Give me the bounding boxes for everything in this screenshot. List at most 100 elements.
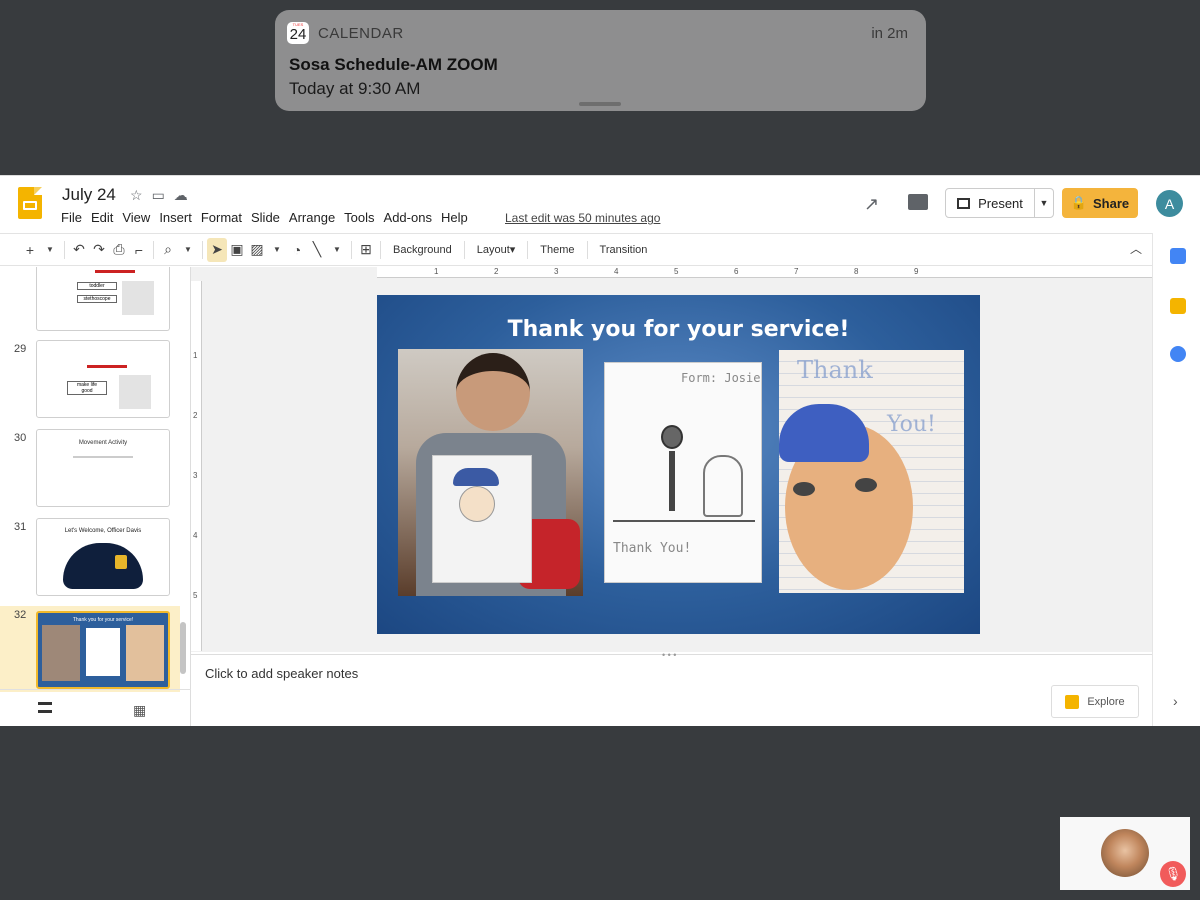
menu-format[interactable]: Format xyxy=(201,210,242,225)
drawing-thank-you-text: Thank You! xyxy=(613,541,692,556)
explore-button[interactable]: Explore xyxy=(1051,685,1139,718)
image-icon[interactable]: ▨ xyxy=(247,238,267,262)
menu-edit[interactable]: Edit xyxy=(91,210,113,225)
slide-number: 31 xyxy=(14,521,27,533)
calendar-icon-day: 24 xyxy=(289,26,307,43)
zoom-dropdown-icon[interactable]: ▼ xyxy=(178,238,198,262)
menu-insert[interactable]: Insert xyxy=(159,210,192,225)
speaker-notes-placeholder[interactable]: Click to add speaker notes xyxy=(205,666,358,681)
text-box-icon[interactable]: ▣ xyxy=(227,238,247,262)
ruler-label: 6 xyxy=(734,267,739,276)
slide-thumbnail-29[interactable]: 29 make life good xyxy=(0,340,180,426)
paint-format-icon[interactable]: ⌐ xyxy=(129,238,149,262)
present-button[interactable]: Present xyxy=(945,188,1035,218)
participant-video-tile[interactable]: 🎙 xyxy=(1060,817,1190,890)
calendar-addon-icon[interactable] xyxy=(1170,248,1186,264)
notification-app-name: CALENDAR xyxy=(318,25,404,42)
slide-title[interactable]: Thank you for your service! xyxy=(377,317,980,342)
document-title[interactable]: July 24 xyxy=(62,185,116,205)
participant-avatar xyxy=(1101,829,1149,877)
undo-icon[interactable]: ↶ xyxy=(69,238,89,262)
thumb-31-title: Let's Welcome, Officer Davis xyxy=(64,528,142,534)
transition-button[interactable]: Transition xyxy=(592,244,656,256)
expand-panel-icon[interactable]: › xyxy=(1173,693,1178,709)
current-slide[interactable]: Thank you for your service! Form: Josie … xyxy=(377,295,980,634)
explore-icon xyxy=(1065,694,1080,709)
officer-face-drawing[interactable]: Thank You! xyxy=(779,350,964,593)
child-photo[interactable] xyxy=(398,349,583,596)
account-avatar[interactable]: A xyxy=(1156,190,1183,217)
cloud-status-icon[interactable]: ☁ xyxy=(174,187,188,204)
menu-addons[interactable]: Add-ons xyxy=(384,210,432,225)
toolbar: + ▼ ↶ ↷ ⎙ ⌐ ⌕ ▼ ➤ ▣ ▨ ▼ ◔ ╲ ▼ ⊞ Backgrou… xyxy=(0,233,1152,266)
drawing-you-text: You! xyxy=(887,412,936,437)
activity-trend-icon[interactable]: ↗ xyxy=(864,194,879,215)
move-folder-icon[interactable]: ▭ xyxy=(152,187,165,204)
share-button[interactable]: 🔒 Share xyxy=(1062,188,1138,218)
menu-tools[interactable]: Tools xyxy=(344,210,374,225)
notification-title: Sosa Schedule-AM ZOOM xyxy=(289,55,498,74)
line-icon[interactable]: ╲ xyxy=(307,238,327,262)
ruler-label: 8 xyxy=(854,267,859,276)
filmstrip-scrollbar[interactable] xyxy=(180,622,186,674)
muted-mic-icon[interactable]: 🎙 xyxy=(1160,861,1186,887)
ruler-label: 2 xyxy=(494,267,499,276)
thumb-28-line-1: toddler xyxy=(77,282,117,290)
calendar-icon: TUES 24 xyxy=(287,22,309,44)
present-dropdown-button[interactable]: ▼ xyxy=(1034,188,1054,218)
menu-file[interactable]: File xyxy=(61,210,82,225)
calendar-notification[interactable]: TUES 24 CALENDAR in 2m Sosa Schedule-AM … xyxy=(275,10,926,111)
star-icon[interactable]: ☆ xyxy=(130,187,143,204)
slide-thumbnail-32[interactable]: 32 Thank you for your service! xyxy=(0,606,180,692)
keep-icon[interactable] xyxy=(1170,298,1186,314)
ruler-label: 2 xyxy=(193,411,198,420)
redo-icon[interactable]: ↷ xyxy=(89,238,109,262)
filmstrip-view-icon[interactable] xyxy=(38,702,52,713)
thumb-28-line-2: stethoscope xyxy=(77,295,117,303)
menu-help[interactable]: Help xyxy=(441,210,468,225)
ruler-label: 9 xyxy=(914,267,919,276)
new-slide-dropdown-icon[interactable]: ▼ xyxy=(40,238,60,262)
explore-label: Explore xyxy=(1087,695,1125,708)
comment-icon[interactable] xyxy=(908,194,928,210)
stick-figure-drawing[interactable]: Form: Josie Thank You! xyxy=(604,362,762,583)
last-edit-link[interactable]: Last edit was 50 minutes ago xyxy=(505,211,660,225)
theme-button[interactable]: Theme xyxy=(532,244,582,256)
slides-logo-icon[interactable] xyxy=(18,187,42,219)
new-slide-icon[interactable]: + xyxy=(20,238,40,262)
notification-time: in 2m xyxy=(871,25,908,42)
menu-bar: File Edit View Insert Format Slide Arran… xyxy=(61,210,477,225)
speaker-notes[interactable]: • • • Click to add speaker notes Explore xyxy=(191,650,1152,726)
add-comment-icon[interactable]: ⊞ xyxy=(356,238,376,262)
slide-number: 30 xyxy=(14,432,27,444)
slide-filmstrip: toddler stethoscope 29 make life good 30 … xyxy=(0,267,191,726)
slide-thumbnail-30[interactable]: 30 Movement Activity xyxy=(0,429,180,515)
menu-view[interactable]: View xyxy=(122,210,150,225)
drawing-thank-text: Thank xyxy=(797,356,873,384)
side-panel: › xyxy=(1152,233,1200,726)
held-drawing xyxy=(432,455,532,583)
zoom-icon[interactable]: ⌕ xyxy=(158,238,178,262)
menu-arrange[interactable]: Arrange xyxy=(289,210,335,225)
vertical-ruler[interactable]: 1 2 3 4 5 xyxy=(191,281,202,651)
child-head xyxy=(456,353,530,431)
grid-view-icon[interactable]: ▦ xyxy=(133,702,146,719)
layout-label: Layout xyxy=(476,244,510,256)
collapse-toolbar-icon[interactable]: ︿ xyxy=(1130,240,1142,257)
image-dropdown-icon[interactable]: ▼ xyxy=(267,238,287,262)
notes-resize-handle[interactable]: • • • xyxy=(662,650,676,660)
layout-button[interactable]: Layout▾ xyxy=(469,243,524,256)
horizontal-ruler[interactable]: 1 2 3 4 5 6 7 8 9 xyxy=(377,267,1173,278)
select-cursor-icon[interactable]: ➤ xyxy=(207,237,227,262)
tasks-icon[interactable] xyxy=(1170,346,1186,362)
shape-icon[interactable]: ◔ xyxy=(287,238,307,262)
ruler-label: 1 xyxy=(434,267,439,276)
notification-grabber[interactable] xyxy=(579,102,621,106)
slide-number: 29 xyxy=(14,343,27,355)
background-button[interactable]: Background xyxy=(385,244,460,256)
menu-slide[interactable]: Slide xyxy=(251,210,280,225)
line-dropdown-icon[interactable]: ▼ xyxy=(327,238,347,262)
print-icon[interactable]: ⎙ xyxy=(109,238,129,262)
ruler-label: 5 xyxy=(674,267,679,276)
slide-thumbnail-31[interactable]: 31 Let's Welcome, Officer Davis xyxy=(0,518,180,604)
